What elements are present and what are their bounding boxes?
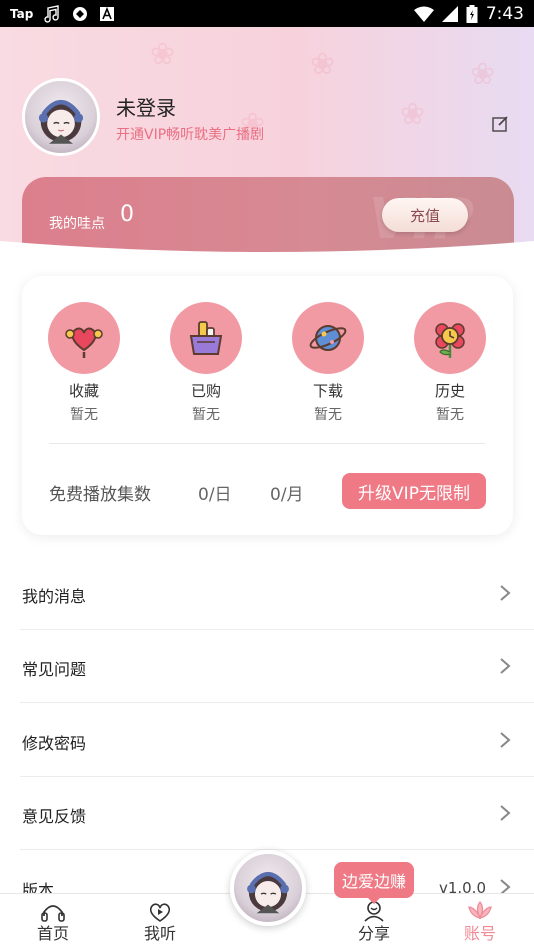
heart-play-icon: [149, 903, 171, 922]
shopping-basket-icon: [189, 321, 223, 355]
planet-icon: [309, 325, 347, 351]
tulip-decoration-icon: ❀: [400, 97, 426, 132]
heart-lollipop-icon: [65, 327, 103, 358]
nav-label: 账号: [463, 924, 496, 943]
signal-icon: [441, 5, 458, 22]
a-icon: [99, 6, 115, 22]
share-earn-bubble[interactable]: 边爱边赚: [334, 862, 414, 904]
free-play-label: 免费播放集数: [49, 485, 151, 505]
menu-item-label: 常见问题: [22, 660, 87, 679]
header-wave: [0, 241, 534, 273]
wifi-icon: [413, 6, 434, 22]
nav-share[interactable]: 分享: [339, 900, 409, 944]
nav-account[interactable]: 账号: [445, 900, 515, 944]
chevron-right-icon: [500, 732, 511, 748]
card-divider: [49, 443, 485, 444]
menu-item-change-password[interactable]: 修改密码: [20, 704, 534, 777]
clock: 7:43: [485, 3, 524, 24]
nav-label: 我听: [143, 924, 176, 943]
nav-label: 分享: [357, 924, 390, 943]
flower-clock-icon: [435, 323, 465, 358]
history-label: 历史: [434, 382, 465, 400]
wallet-balance: 0: [120, 202, 134, 227]
download-label: 下载: [312, 382, 343, 400]
purchased-label: 已购: [190, 382, 221, 400]
menu-item-label: 修改密码: [22, 734, 87, 753]
menu-item-feedback[interactable]: 意见反馈: [20, 777, 534, 850]
vip-promo-link[interactable]: 开通VIP畅听耽美广播剧: [116, 124, 264, 144]
menu-item-faq[interactable]: 常见问题: [20, 630, 534, 703]
purchased-status: 暂无: [192, 407, 220, 423]
status-bar: Tap 7:43: [0, 0, 534, 27]
nav-listen[interactable]: 我听: [125, 900, 195, 944]
chevron-right-icon: [500, 585, 511, 601]
quick-actions-card: 收藏 暂无 已购 暂无 下载 暂无 历史 暂无 免费播放集数 0/日 0/月 升…: [22, 276, 513, 535]
menu-item-label: 意见反馈: [22, 807, 87, 826]
free-play-per-month: 0/月: [270, 485, 304, 505]
favorites-action[interactable]: 收藏 暂无: [39, 302, 129, 424]
nav-home[interactable]: 首页: [18, 900, 88, 944]
download-status: 暂无: [314, 407, 342, 423]
headphones-icon: [41, 905, 65, 922]
tulip-decoration-icon: ❀: [150, 37, 176, 72]
edit-icon[interactable]: [490, 114, 510, 134]
wallet-label: 我的哇点: [49, 216, 105, 232]
tulip-decoration-icon: ❀: [470, 57, 496, 92]
chevron-right-icon: [500, 805, 511, 821]
username[interactable]: 未登录: [116, 92, 176, 121]
history-status: 暂无: [436, 407, 464, 423]
free-play-per-day: 0/日: [198, 485, 232, 505]
menu-item-messages[interactable]: 我的消息: [20, 557, 534, 630]
upgrade-vip-button[interactable]: 升级VIP无限制: [342, 473, 486, 509]
history-action[interactable]: 历史 暂无: [405, 302, 495, 424]
nav-label: 首页: [36, 924, 69, 943]
avatar[interactable]: [22, 78, 100, 156]
sync-icon: [71, 5, 89, 23]
favorites-label: 收藏: [68, 382, 99, 400]
app-label: Tap: [10, 6, 34, 21]
center-play-avatar[interactable]: [230, 850, 306, 926]
favorites-status: 暂无: [70, 407, 98, 423]
purchased-action[interactable]: 已购 暂无: [161, 302, 251, 424]
menu-item-label: 我的消息: [22, 587, 87, 606]
battery-icon: [466, 4, 478, 23]
recharge-button[interactable]: 充值: [382, 198, 468, 232]
music-note-icon: [43, 4, 61, 23]
tulip-decoration-icon: ❀: [310, 47, 336, 82]
lotus-icon: [468, 901, 492, 920]
download-action[interactable]: 下载 暂无: [283, 302, 373, 424]
chevron-right-icon: [500, 658, 511, 674]
